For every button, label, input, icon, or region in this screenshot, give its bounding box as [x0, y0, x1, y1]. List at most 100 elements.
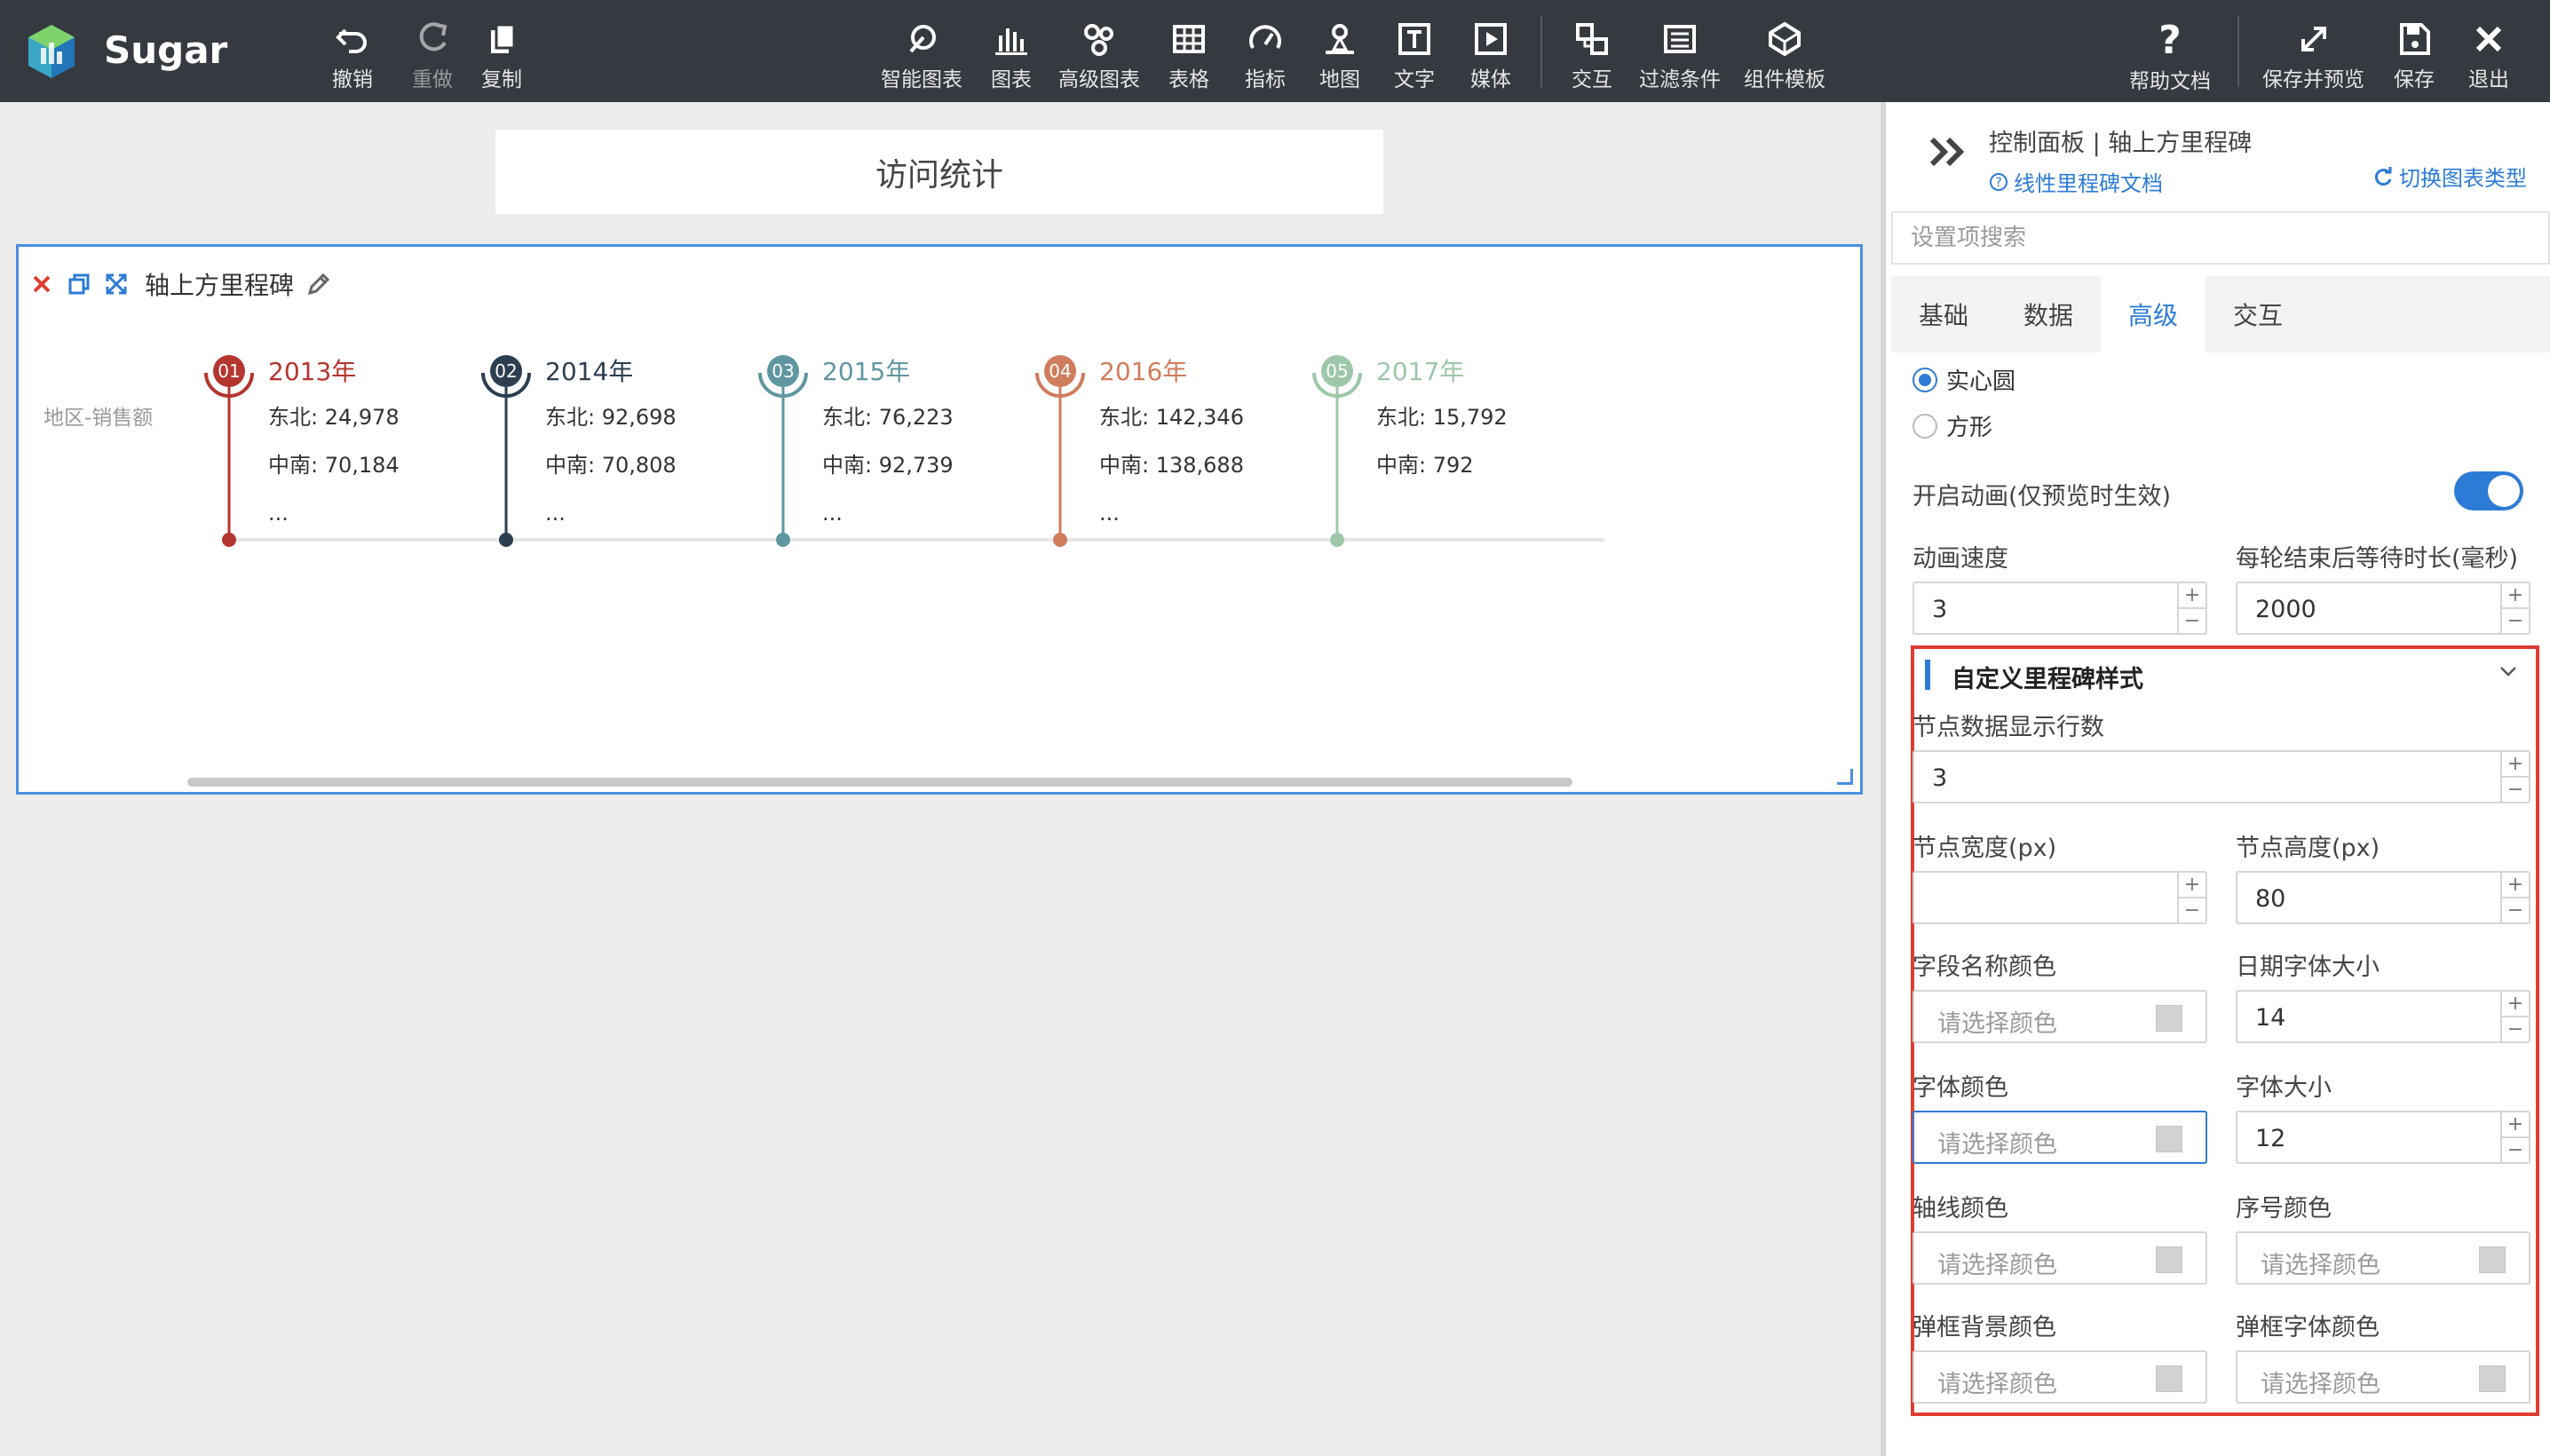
tab-advanced[interactable]: 高级	[2101, 276, 2206, 352]
decrement-button[interactable]: −	[2502, 1016, 2529, 1041]
redo-button[interactable]: 重做	[412, 18, 453, 92]
milestone-data-line: ...	[268, 501, 289, 526]
dimension-label: 地区-销售额	[44, 407, 153, 430]
milestone-data-line: 中南: 792	[1376, 453, 1474, 478]
page-title-card[interactable]: 访问统计	[495, 130, 1383, 214]
template-button[interactable]: 组件模板	[1744, 18, 1825, 92]
font-size-label: 字体大小	[2236, 1074, 2332, 1102]
axis-color-picker[interactable]: 请选择颜色	[1912, 1231, 2207, 1285]
decrement-button[interactable]: −	[2502, 1136, 2529, 1162]
node-width-label: 节点宽度(px)	[1912, 835, 2057, 862]
rows-input[interactable]: 3 + −	[1912, 750, 2530, 803]
milestone-data-line: ...	[1099, 501, 1120, 526]
tab-data[interactable]: 数据	[1996, 276, 2101, 352]
bar-chart-icon	[995, 28, 1027, 55]
editor-canvas: 访问统计 轴上方里程碑 地区-销售额 01 2013年 东北: 24,978 中南: 7…	[0, 102, 1881, 1456]
increment-button[interactable]: +	[2502, 992, 2529, 1016]
increment-button[interactable]: +	[2502, 873, 2529, 897]
popup-font-label: 弹框字体颜色	[2236, 1314, 2380, 1341]
doc-link[interactable]: ? 线性里程碑文档	[1989, 166, 2163, 197]
field-color-label: 字段名称颜色	[1912, 954, 2056, 981]
field-color-picker[interactable]: 请选择颜色	[1912, 990, 2207, 1043]
date-size-label: 日期字体大小	[2236, 954, 2380, 981]
milestone-data-line: 中南: 70,184	[268, 453, 400, 478]
font-color-picker[interactable]: 请选择颜色	[1912, 1111, 2207, 1164]
save-preview-button[interactable]: 保存并预览	[2262, 18, 2364, 92]
seq-color-picker[interactable]: 请选择颜色	[2236, 1231, 2530, 1285]
map-button[interactable]: 地图	[1319, 18, 1360, 92]
milestone-data-line: 中南: 70,808	[545, 453, 677, 478]
wait-duration-input[interactable]: 2000 + −	[2236, 582, 2530, 635]
milestone-year: 2016年	[1099, 357, 1187, 386]
popup-font-color-picker[interactable]: 请选择颜色	[2236, 1350, 2530, 1404]
top-toolbar: Sugar 撤销 重做 复制 智能图表 图表 高级图表 表格 指标 地图 文字	[0, 0, 2550, 102]
interaction-button[interactable]: 交互	[1572, 18, 1612, 92]
text-icon	[1398, 23, 1430, 55]
increment-button[interactable]: +	[2502, 583, 2529, 607]
gauge-icon	[1249, 25, 1281, 49]
sugar-logo-icon	[28, 25, 75, 78]
smart-chart-icon	[909, 25, 936, 53]
resize-handle[interactable]	[1837, 769, 1853, 785]
close-icon	[2475, 26, 2502, 52]
decrement-button[interactable]: −	[2179, 607, 2206, 633]
decrement-button[interactable]: −	[2502, 776, 2529, 802]
save-icon	[2400, 23, 2430, 55]
chart-button[interactable]: 图表	[991, 18, 1032, 92]
color-swatch	[2156, 1365, 2182, 1392]
font-size-input[interactable]: 12 + −	[2236, 1111, 2530, 1164]
switch-chart-type-link[interactable]: 切换图表类型	[2372, 161, 2527, 192]
copy-button[interactable]: 复制	[481, 18, 522, 92]
settings-search-input[interactable]	[1891, 211, 2550, 265]
decrement-button[interactable]: −	[2502, 607, 2529, 633]
text-button[interactable]: 文字	[1394, 18, 1435, 92]
increment-button[interactable]: +	[2502, 1112, 2529, 1136]
increment-button[interactable]: +	[2502, 752, 2529, 776]
advanced-chart-button[interactable]: 高级图表	[1058, 18, 1140, 92]
milestone-widget[interactable]: 轴上方里程碑 地区-销售额 01 2013年 东北: 24,978 中南: 70,184…	[16, 244, 1863, 795]
milestone-chart: 地区-销售额 01 2013年东北: 24,978 中南: 70,184... 02 20…	[44, 355, 1604, 547]
help-doc-button[interactable]: ? 帮助文档	[2129, 18, 2211, 94]
collapse-panel-icon[interactable]	[1928, 136, 1968, 168]
animation-label: 开启动画(仅预览时生效)	[1912, 483, 2172, 510]
smart-chart-button[interactable]: 智能图表	[881, 18, 962, 92]
animation-toggle[interactable]	[2454, 471, 2523, 510]
tab-basic[interactable]: 基础	[1891, 276, 1996, 352]
node-width-input[interactable]: + −	[1912, 871, 2207, 924]
milestone-axis-dot	[222, 533, 236, 547]
tab-interaction[interactable]: 交互	[2206, 276, 2310, 352]
save-button[interactable]: 保存	[2394, 18, 2435, 92]
milestone-index: 02	[495, 360, 517, 382]
metric-button[interactable]: 指标	[1245, 18, 1286, 92]
media-button[interactable]: 媒体	[1470, 18, 1511, 92]
milestone-data-line: 东北: 15,792	[1376, 405, 1508, 430]
shape-radio-circle[interactable]: 实心圆	[1912, 363, 2015, 396]
horizontal-scrollbar[interactable]	[187, 778, 1572, 787]
color-swatch	[2156, 1246, 2182, 1273]
increment-button[interactable]: +	[2179, 583, 2206, 607]
brand-name: Sugar	[104, 28, 228, 72]
date-size-input[interactable]: 14 + −	[2236, 990, 2530, 1043]
anim-speed-input[interactable]: 3 + −	[1912, 582, 2207, 635]
milestone-axis-dot	[776, 533, 790, 547]
page-title: 访问统计	[875, 156, 1003, 194]
undo-button[interactable]: 撤销	[332, 18, 373, 92]
color-swatch	[2479, 1365, 2506, 1392]
media-icon	[1475, 23, 1507, 55]
filter-button[interactable]: 过滤条件	[1639, 18, 1721, 92]
decrement-button[interactable]: −	[2179, 897, 2206, 922]
shape-radio-square[interactable]: 方形	[1912, 409, 1992, 442]
table-button[interactable]: 表格	[1168, 18, 1209, 92]
section-accent-bar	[1925, 660, 1930, 690]
radio-unchecked-icon	[1912, 413, 1937, 439]
node-height-input[interactable]: 80 + −	[2236, 871, 2530, 924]
exit-button[interactable]: 退出	[2468, 18, 2509, 92]
chevron-down-icon	[2500, 667, 2516, 677]
svg-text:?: ?	[1995, 176, 2001, 190]
decrement-button[interactable]: −	[2502, 897, 2529, 922]
milestone-data-line: 东北: 24,978	[268, 405, 400, 430]
increment-button[interactable]: +	[2179, 873, 2206, 897]
milestone-year: 2013年	[268, 357, 356, 386]
popup-bg-color-picker[interactable]: 请选择颜色	[1912, 1350, 2207, 1404]
custom-milestone-style-header[interactable]: 自定义里程碑样式	[1914, 649, 2536, 700]
